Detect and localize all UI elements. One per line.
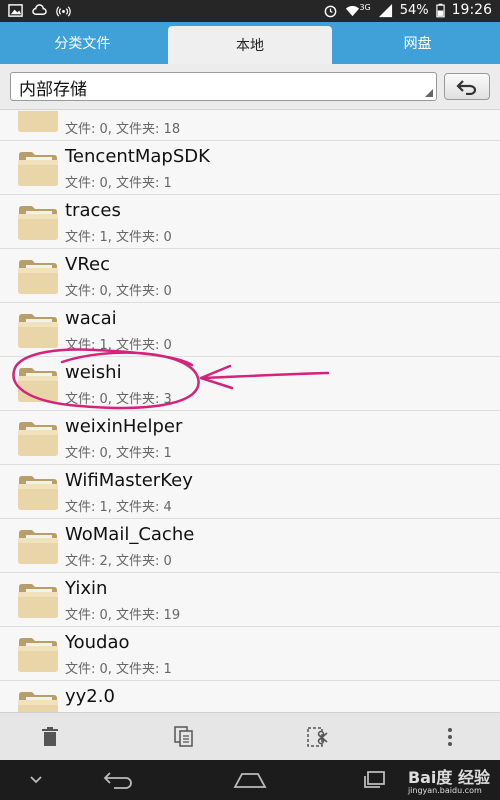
network-type: 3G [359,2,371,12]
up-directory-button[interactable] [444,73,490,100]
folder-row-weishi[interactable]: weishi 文件: 0, 文件夹: 3 [0,357,500,411]
folder-name: traces [65,200,121,221]
cloud-icon [32,4,47,15]
folder-name: yy2.0 [65,686,115,707]
back-button[interactable] [102,768,134,792]
home-icon [233,773,267,788]
watermark-url: jingyan.baidu.com [407,786,482,795]
folder-row-wifimasterkey[interactable]: WifiMasterKey 文件: 1, 文件夹: 4 [0,465,500,519]
tab-local[interactable]: 本地 [167,26,333,64]
copy-button[interactable] [172,725,196,749]
folder-name: WoMail_Cache [65,524,195,545]
folder-meta: 文件: 1, 文件夹: 0 [65,338,172,353]
copy-icon [174,726,193,747]
folder-meta: 文件: 0, 文件夹: 18 [65,122,181,137]
battery-icon [435,3,445,17]
trash-icon [42,727,58,746]
folder-name: WifiMasterKey [65,470,193,491]
hide-nav-button[interactable] [28,768,44,792]
folder-row-tencentmapsdk[interactable]: TencentMapSDK 文件: 0, 文件夹: 1 [0,141,500,195]
more-icon [448,728,452,746]
folder-meta: 文件: 2, 文件夹: 0 [65,554,172,569]
baidu-jingyan-watermark: Bai度 经验 jingyan.baidu.com [408,764,490,795]
folder-row-womail-cache[interactable]: WoMail_Cache 文件: 2, 文件夹: 0 [0,519,500,573]
signal-icon [378,3,392,17]
file-list[interactable]: tencent 文件: 0, 文件夹: 18 TencentMapSDK 文件: 0,… [0,111,500,712]
folder-meta: 文件: 0, 文件夹: 19 [65,608,181,623]
tab-categories[interactable]: 分类文件 [0,22,165,64]
clock: 19:26 [451,2,492,18]
folder-meta: 文件: 0, 文件夹: 1 [65,662,172,677]
folder-name: VRec [65,254,110,275]
folder-name: Youdao [65,632,130,653]
folder-icon [17,365,59,403]
folder-row-traces[interactable]: traces 文件: 1, 文件夹: 0 [0,195,500,249]
path-bar: 内部存储 [0,64,500,110]
tab-cloud[interactable]: 网盘 [335,22,500,64]
folder-row-tencent[interactable]: tencent 文件: 0, 文件夹: 18 [0,111,500,141]
folder-row-weixinhelper[interactable]: weixinHelper 文件: 0, 文件夹: 1 [0,411,500,465]
return-icon [456,79,477,95]
action-bar [0,712,500,760]
home-button[interactable] [232,768,268,792]
folder-row-yy2-0[interactable]: yy2.0 [0,681,500,712]
dropdown-indicator-icon [425,89,433,97]
tab-bar: 分类文件 本地 网盘 [0,22,500,64]
back-icon [103,772,132,789]
folder-meta: 文件: 0, 文件夹: 3 [65,392,172,407]
status-bar: 3G 54% 19:26 [0,0,500,22]
cut-icon [307,727,328,747]
delete-button[interactable] [38,725,62,749]
folder-name: wacai [65,308,117,329]
folder-icon [17,527,59,565]
cut-button[interactable] [305,725,329,749]
folder-meta: 文件: 1, 文件夹: 0 [65,230,172,245]
folder-meta: 文件: 0, 文件夹: 1 [65,176,172,191]
chevron-down-icon [30,776,42,784]
folder-row-vrec[interactable]: VRec 文件: 0, 文件夹: 0 [0,249,500,303]
folder-meta: 文件: 1, 文件夹: 4 [65,500,172,515]
wifi-icon [346,5,360,16]
folder-icon [17,635,59,673]
folder-icon [17,203,59,241]
folder-name: weixinHelper [65,416,183,437]
folder-icon [17,149,59,187]
folder-icon [17,111,59,133]
folder-icon [17,689,59,712]
navigation-bar: Bai度 经验 jingyan.baidu.com [0,760,500,800]
folder-icon [17,581,59,619]
folder-icon [17,473,59,511]
storage-select-value: 内部存储 [19,80,87,100]
folder-name: tencent [65,111,134,113]
hotspot-icon [56,6,71,17]
folder-meta: 文件: 0, 文件夹: 1 [65,446,172,461]
alarm-icon [325,5,337,17]
folder-meta: 文件: 0, 文件夹: 0 [65,284,172,299]
folder-row-yixin[interactable]: Yixin 文件: 0, 文件夹: 19 [0,573,500,627]
recents-button[interactable] [362,768,388,792]
folder-icon [17,419,59,457]
folder-icon [17,257,59,295]
folder-row-youdao[interactable]: Youdao 文件: 0, 文件夹: 1 [0,627,500,681]
folder-row-wacai[interactable]: wacai 文件: 1, 文件夹: 0 [0,303,500,357]
battery-percent: 54% [399,2,429,18]
recents-icon [364,771,385,788]
storage-select[interactable]: 内部存储 [10,72,437,101]
gallery-icon [8,4,23,17]
more-button[interactable] [438,725,462,749]
folder-name: TencentMapSDK [65,146,210,167]
folder-name: weishi [65,362,122,383]
folder-icon [17,311,59,349]
watermark-brand: Bai度 经验 [407,768,490,787]
folder-name: Yixin [65,578,108,599]
